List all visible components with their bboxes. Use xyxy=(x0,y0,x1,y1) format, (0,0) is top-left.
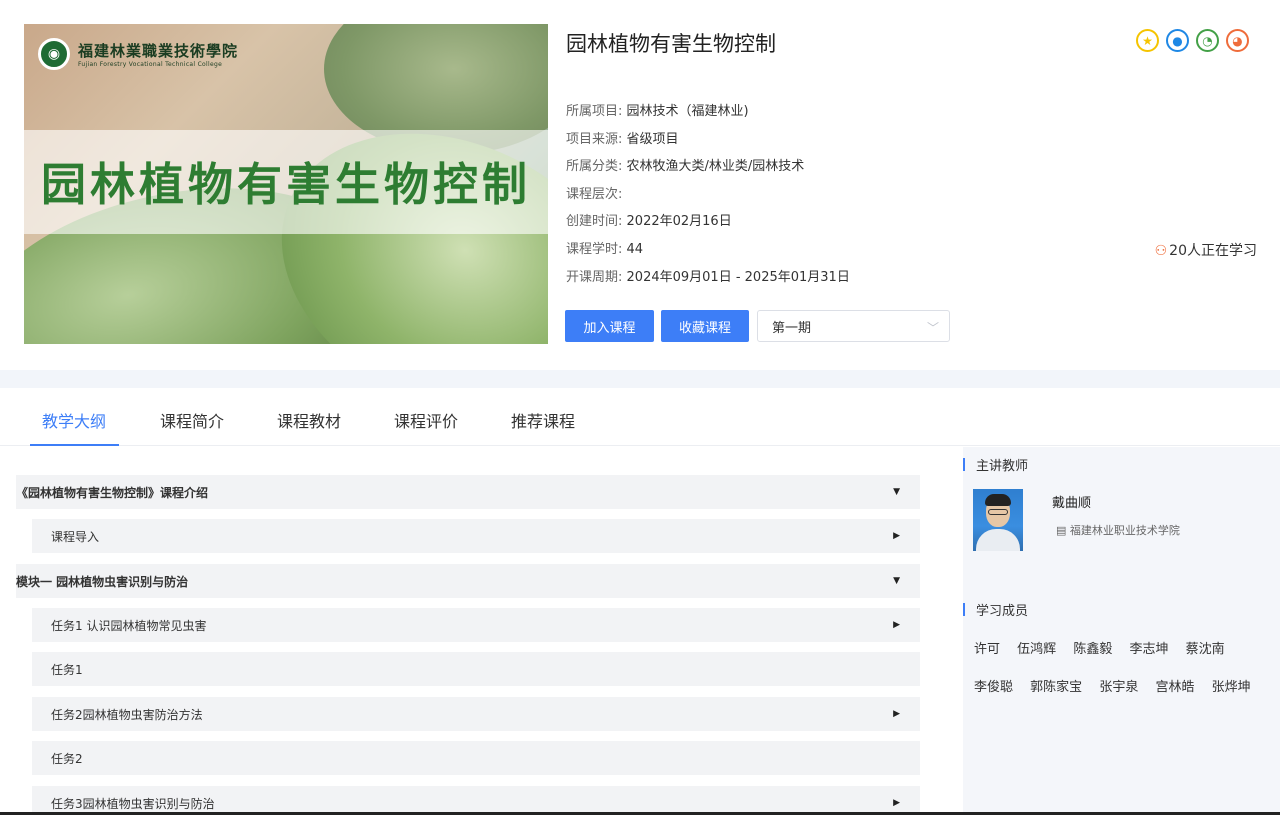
member-name: 许可 xyxy=(974,642,1001,657)
caret-down-icon: ▼ xyxy=(893,487,900,497)
tab-textbook[interactable]: 课程教材 xyxy=(277,408,341,432)
member-name: 郭陈家宝 xyxy=(1030,680,1083,695)
member-name: 伍鸿辉 xyxy=(1017,642,1057,657)
member-name: 宫林皓 xyxy=(1155,680,1195,695)
members-heading: 学习成员 xyxy=(963,600,1028,619)
building-icon: ▤ xyxy=(1056,524,1070,537)
outline-section[interactable]: 课程导入 ▶ xyxy=(32,519,920,553)
tab-intro[interactable]: 课程简介 xyxy=(160,408,224,432)
meta-row: 项目来源: 省级项目 xyxy=(566,131,679,147)
outline-section[interactable]: 任务2园林植物虫害防治方法 ▶ xyxy=(32,697,920,731)
school-name-cn: 福建林業職業技術學院 xyxy=(78,42,239,60)
wechat-icon[interactable]: ◔ xyxy=(1196,29,1219,52)
course-title: 园林植物有害生物控制 xyxy=(566,32,776,56)
teacher-avatar[interactable] xyxy=(973,489,1023,551)
meta-row: 创建时间: 2022年02月16日 xyxy=(566,214,732,230)
teacher-heading: 主讲教师 xyxy=(963,455,1028,474)
member-list: 许可 伍鸿辉 陈鑫毅 李志坤 蔡沈南 李俊聪 郭陈家宝 张宇泉 宫林皓 张烨坤 xyxy=(974,631,1274,707)
meta-row: 所属项目: 园林技术（福建林业) xyxy=(566,104,749,119)
caret-right-icon: ▶ xyxy=(893,620,900,630)
tab-recommended[interactable]: 推荐课程 xyxy=(511,408,575,432)
term-select[interactable]: 第一期 ﹀ xyxy=(757,310,950,342)
tab-review[interactable]: 课程评价 xyxy=(394,408,458,432)
outline-lesson[interactable]: 任务1 xyxy=(32,652,920,686)
outline-chapter[interactable]: 《园林植物有害生物控制》课程介绍 ▼ xyxy=(16,475,920,509)
member-name: 蔡沈南 xyxy=(1185,642,1225,657)
term-select-value: 第一期 xyxy=(772,320,812,336)
outline-section[interactable]: 任务3园林植物虫害识别与防治 ▶ xyxy=(32,786,920,815)
tab-syllabus[interactable]: 教学大纲 xyxy=(42,408,106,432)
caret-right-icon: ▶ xyxy=(893,798,900,808)
cover-title: 园林植物有害生物控制 xyxy=(40,158,531,211)
favorite-icon[interactable]: ★ xyxy=(1136,29,1159,52)
share-icons: ★ ● ◔ ◕ xyxy=(1136,29,1249,52)
caret-right-icon: ▶ xyxy=(893,531,900,541)
teacher-name[interactable]: 戴曲顺 xyxy=(1052,492,1091,511)
member-name: 李志坤 xyxy=(1129,642,1169,657)
outline-section[interactable]: 任务1 认识园林植物常见虫害 ▶ xyxy=(32,608,920,642)
caret-down-icon: ▼ xyxy=(893,576,900,586)
course-sidebar: 主讲教师 戴曲顺 ▤ 福建林业职业技术学院 学习成员 许可 伍鸿辉 陈鑫毅 李志… xyxy=(963,447,1280,815)
course-meta: 所属项目: 园林技术（福建林业) 项目来源: 省级项目 所属分类: 农林牧渔大类… xyxy=(566,98,850,291)
member-name: 张烨坤 xyxy=(1211,680,1251,695)
course-header: ◉ 福建林業職業技術學院 Fujian Forestry Vocational … xyxy=(0,0,1280,370)
meta-row: 开课周期: 2024年09月01日 - 2025年01月31日 xyxy=(566,269,850,285)
caret-right-icon: ▶ xyxy=(893,709,900,719)
qq-icon[interactable]: ● xyxy=(1166,29,1189,52)
chevron-down-icon: ﹀ xyxy=(926,321,939,335)
teacher-school: ▤ 福建林业职业技术学院 xyxy=(1056,524,1180,537)
meta-row: 课程学时: 44 xyxy=(566,241,644,257)
meta-row: 所属分类: 农林牧渔大类/林业类/园林技术 xyxy=(566,159,805,175)
school-logo: ◉ 福建林業職業技術學院 Fujian Forestry Vocational … xyxy=(38,38,238,70)
member-name: 陈鑫毅 xyxy=(1073,642,1113,657)
meta-row: 课程层次: xyxy=(566,186,623,202)
member-name: 张宇泉 xyxy=(1099,680,1139,695)
outline-lesson[interactable]: 任务2 xyxy=(32,741,920,775)
learning-count: ⚇ 20人正在学习 xyxy=(1154,243,1257,259)
member-name: 李俊聪 xyxy=(974,680,1014,695)
syllabus-outline: 《园林植物有害生物控制》课程介绍 ▼ 课程导入 ▶ 模块一 园林植物虫害识别与防… xyxy=(0,447,940,815)
people-icon: ⚇ xyxy=(1154,243,1168,259)
weibo-icon[interactable]: ◕ xyxy=(1226,29,1249,52)
active-tab-indicator xyxy=(30,444,119,446)
school-emblem-icon: ◉ xyxy=(38,38,70,70)
join-course-button[interactable]: 加入课程 xyxy=(565,310,654,342)
outline-chapter[interactable]: 模块一 园林植物虫害识别与防治 ▼ xyxy=(16,564,920,598)
course-cover-image: ◉ 福建林業職業技術學院 Fujian Forestry Vocational … xyxy=(24,24,548,344)
favorite-course-button[interactable]: 收藏课程 xyxy=(661,310,749,342)
course-tabs: 教学大纲 课程简介 课程教材 课程评价 推荐课程 xyxy=(0,388,1280,446)
school-name-en: Fujian Forestry Vocational Technical Col… xyxy=(78,61,223,68)
